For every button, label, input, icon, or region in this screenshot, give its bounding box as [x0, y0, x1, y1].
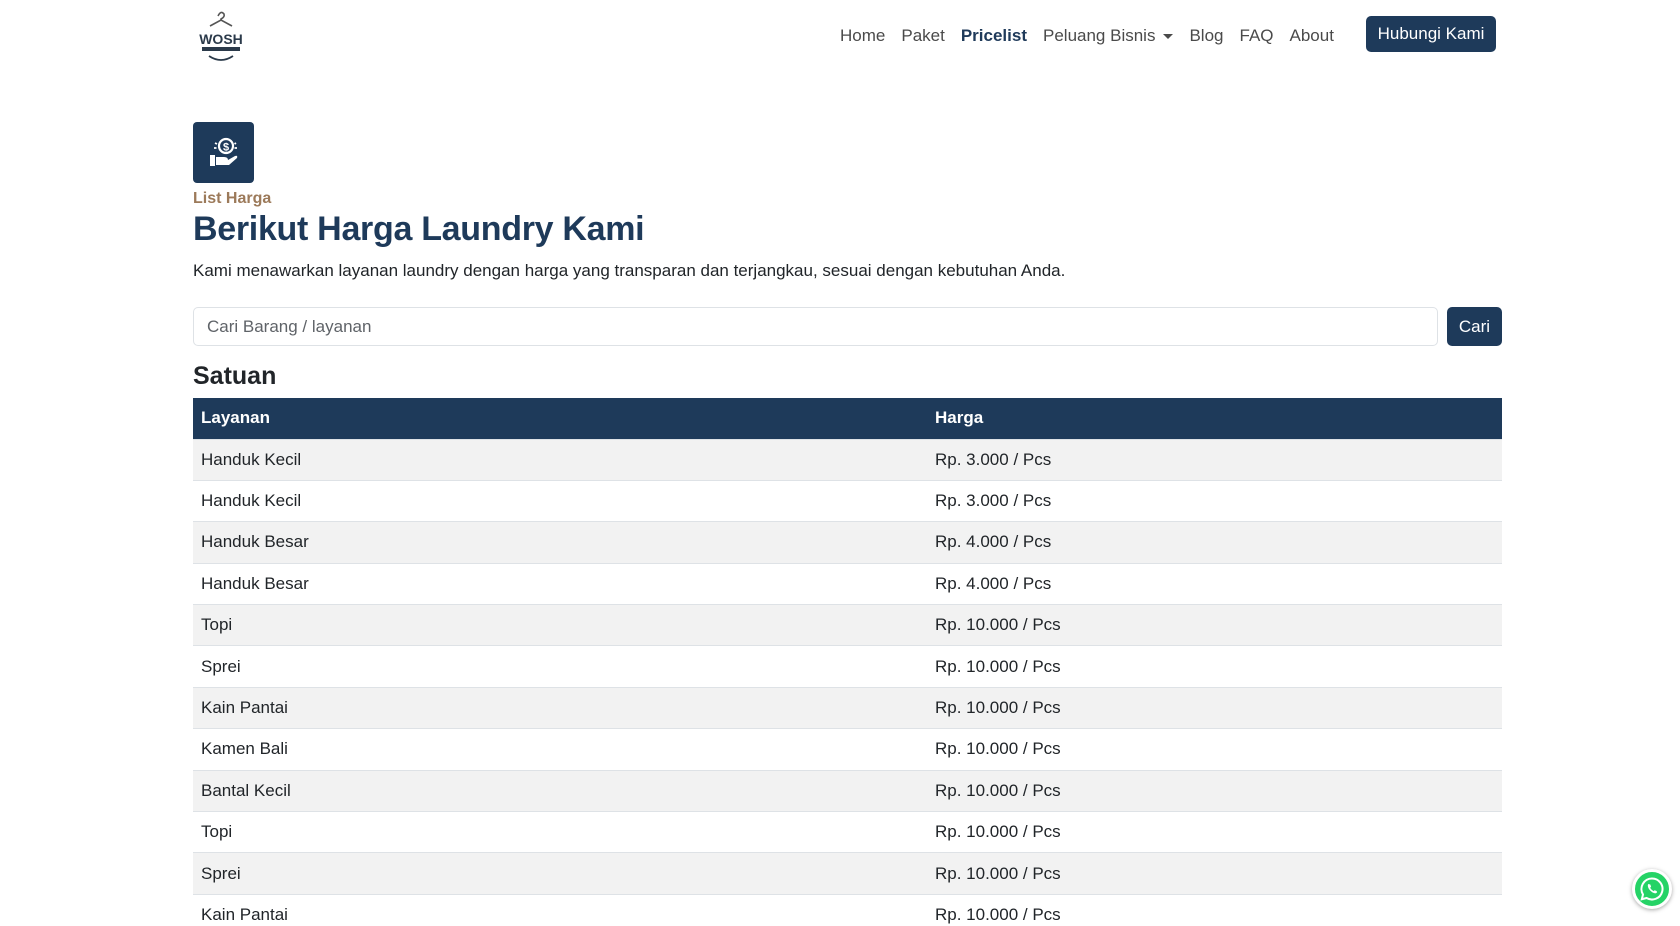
service-cell: Handuk Kecil — [193, 479, 927, 522]
search-input[interactable] — [193, 307, 1438, 346]
search-button[interactable]: Cari — [1447, 307, 1502, 346]
service-cell: Bantal Kecil — [193, 769, 927, 812]
svg-text:WOSH: WOSH — [199, 31, 243, 47]
price-cell: Rp. 10.000 / Pcs — [927, 604, 1502, 646]
table-row: Sprei Rp. 10.000 / Pcs — [193, 852, 1502, 895]
service-cell: Kamen Bali — [193, 728, 927, 771]
price-table: Layanan Harga Handuk Kecil Rp. 3.000 / Pc… — [193, 398, 1502, 926]
table-row: Handuk Kecil Rp. 3.000 / Pcs — [193, 438, 1502, 481]
price-cell: Rp. 3.000 / Pcs — [927, 479, 1502, 522]
price-cell: Rp. 4.000 / Pcs — [927, 521, 1502, 564]
price-cell: Rp. 10.000 / Pcs — [927, 728, 1502, 771]
whatsapp-button[interactable] — [1632, 869, 1672, 909]
table-row: Bantal Kecil Rp. 10.000 / Pcs — [193, 769, 1502, 812]
table-row: Handuk Kecil Rp. 3.000 / Pcs — [193, 479, 1502, 522]
service-cell: Topi — [193, 811, 927, 853]
nav-peluang-bisnis-label: Peluang Bisnis — [1043, 26, 1156, 45]
nav-paket[interactable]: Paket — [901, 26, 944, 46]
price-cell: Rp. 10.000 / Pcs — [927, 769, 1502, 812]
nav-blog[interactable]: Blog — [1189, 26, 1223, 46]
nav-peluang-bisnis[interactable]: Peluang Bisnis — [1043, 26, 1174, 46]
nav-home[interactable]: Home — [840, 26, 885, 46]
price-cell: Rp. 10.000 / Pcs — [927, 686, 1502, 729]
nav-about[interactable]: About — [1290, 26, 1334, 46]
column-header-layanan: Layanan — [193, 398, 927, 439]
table-row: Topi Rp. 10.000 / Pcs — [193, 604, 1502, 646]
table-row: Kamen Bali Rp. 10.000 / Pcs — [193, 728, 1502, 771]
section-eyebrow: List Harga — [193, 190, 272, 207]
price-cell: Rp. 4.000 / Pcs — [927, 562, 1502, 605]
table-row: Handuk Besar Rp. 4.000 / Pcs — [193, 562, 1502, 605]
wosh-logo-icon: WOSH — [199, 11, 243, 61]
price-cell: Rp. 10.000 / Pcs — [927, 811, 1502, 853]
table-row: Handuk Besar Rp. 4.000 / Pcs — [193, 521, 1502, 564]
price-cell: Rp. 3.000 / Pcs — [927, 438, 1502, 481]
money-hand-icon: $ — [193, 122, 254, 183]
section-title: Satuan — [193, 362, 277, 390]
svg-text:$: $ — [222, 141, 228, 153]
price-cell: Rp. 10.000 / Pcs — [927, 645, 1502, 688]
contact-button[interactable]: Hubungi Kami — [1366, 16, 1496, 52]
service-cell: Handuk Kecil — [193, 438, 927, 481]
page-description: Kami menawarkan layanan laundry dengan h… — [193, 261, 1066, 280]
chevron-down-icon — [1163, 34, 1174, 40]
page-title: Berikut Harga Laundry Kami — [193, 210, 645, 248]
table-row: Sprei Rp. 10.000 / Pcs — [193, 645, 1502, 688]
service-cell: Kain Pantai — [193, 686, 927, 729]
main-nav: Home Paket Pricelist Peluang Bisnis Blog… — [840, 22, 1350, 50]
price-cell: Rp. 10.000 / Pcs — [927, 893, 1502, 926]
service-cell: Kain Pantai — [193, 893, 927, 926]
service-cell: Sprei — [193, 645, 927, 688]
service-cell: Sprei — [193, 852, 927, 895]
nav-pricelist[interactable]: Pricelist — [961, 26, 1027, 46]
navbar: WOSH Home Paket Pricelist Peluang Bisnis… — [0, 0, 1680, 72]
table-row: Kain Pantai Rp. 10.000 / Pcs — [193, 686, 1502, 729]
table-row: Kain Pantai Rp. 10.000 / Pcs — [193, 893, 1502, 926]
price-cell: Rp. 10.000 / Pcs — [927, 852, 1502, 895]
service-cell: Handuk Besar — [193, 562, 927, 605]
column-header-harga: Harga — [927, 398, 1502, 439]
nav-faq[interactable]: FAQ — [1240, 26, 1274, 46]
table-header-row: Layanan Harga — [193, 398, 1502, 439]
table-row: Topi Rp. 10.000 / Pcs — [193, 811, 1502, 853]
service-cell: Handuk Besar — [193, 521, 927, 564]
wosh-logo[interactable]: WOSH — [192, 10, 250, 64]
whatsapp-icon — [1640, 877, 1664, 901]
service-cell: Topi — [193, 604, 927, 646]
